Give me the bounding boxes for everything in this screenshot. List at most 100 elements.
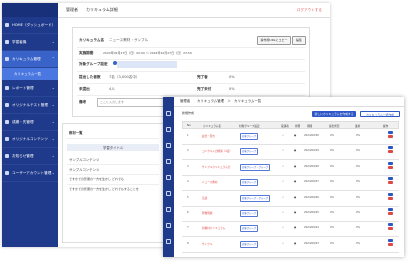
divider [77, 83, 305, 84]
progress-value: 0% [356, 180, 361, 184]
check-icon: ✓ [282, 195, 285, 199]
note-row: 備考 [79, 100, 87, 104]
delete-icon[interactable] [388, 135, 393, 138]
curriculum-name-link[interactable]: コンクル入力関係（2度） [202, 149, 232, 153]
list-item[interactable]: ですかでの影響の一方を生かし どれでも [69, 177, 124, 181]
start-date: 2024/09/25 [304, 211, 319, 214]
divider [67, 174, 159, 175]
check-icon: ✓ [282, 211, 285, 214]
group-tag: 対象グループ [240, 179, 259, 187]
group-tag: 対象グループ [240, 225, 259, 233]
table-row[interactable]: 1 政治・国力 対象グループ ✓ ● 2024/09/30 0% 0% [182, 129, 399, 145]
list-item[interactable]: ですかでの影響の一方を生かし どれでもすることを [69, 187, 139, 191]
sidebar-collapsed [163, 97, 174, 257]
chevron-down-icon: ⌄ [51, 85, 55, 90]
table-row[interactable]: 3 サンプルカリキュラム分 対象グループ・グループ ✓ ● 2024/09/28 0% 0% [182, 160, 399, 176]
delete-icon[interactable] [388, 242, 393, 246]
start-date: 2024/09/29 [304, 149, 319, 153]
new-label: 新規作成 [182, 111, 195, 115]
table-row[interactable]: 7 新教材カリキュラム 対象グループ ✓ ● 2024/09/24 0% 0% [182, 221, 399, 238]
sidebar-item-grades[interactable]: 成績・先管理 ⌄ [2, 114, 58, 131]
row-actions [388, 223, 393, 233]
group-tag: 対象グループ [240, 148, 259, 156]
delete-icon[interactable] [388, 196, 393, 200]
check-icon: ✓ [282, 134, 285, 137]
delete-icon[interactable] [388, 212, 393, 215]
edit-icon[interactable] [388, 161, 393, 165]
submitted-row: 提出した者数 7名（3,000名中） [79, 75, 140, 79]
edit-icon[interactable] [388, 223, 393, 227]
row-number: 7 [187, 226, 189, 230]
status-icon: ● [294, 180, 297, 184]
incomplete-row: 未提出 4人 [79, 87, 115, 91]
copy-url-button[interactable]: 操作用URLにコピー [257, 36, 291, 45]
divider [67, 138, 159, 139]
curriculum-name-link[interactable]: 新教材カリキュラム [202, 226, 225, 230]
table-row[interactable]: 8 サンプル 対象グループ ✓ ● 2024/09/23 0% 0% [182, 237, 399, 253]
book-icon[interactable] [166, 143, 171, 148]
report-icon[interactable] [166, 159, 171, 164]
group-selector-bar[interactable] [117, 61, 177, 68]
create-curriculum-button[interactable]: 新しいカリキュラムを作成する [312, 111, 356, 117]
content-icon[interactable] [166, 207, 171, 212]
bell-icon [5, 154, 9, 158]
list-item[interactable]: サンプルコンテンツ [69, 167, 99, 172]
bulk-create-button[interactable]: カリキュラム一括作成 [360, 111, 400, 117]
sidebar-subitem-curriculum-list[interactable]: カリキュラム一覧 [2, 68, 58, 80]
sidebar-item-accounts[interactable]: ユーザーアカウント管理 ⌄ [2, 165, 58, 182]
edit-icon[interactable] [388, 238, 393, 242]
submission-count: 0% [330, 195, 335, 199]
curriculum-name-link[interactable]: サンプルカリキュラム分 [202, 165, 230, 169]
report-icon [5, 86, 9, 90]
table-row[interactable]: 2 コンクル入力関係（2度） 対象グループ ✓ ● 2024/09/29 0% 0% [182, 144, 399, 161]
table-row[interactable]: 5 英語 対象グループ・グループ ✓ ● 2024/09/26 0% 0% [182, 191, 399, 207]
edit-icon[interactable] [388, 208, 393, 211]
user-icon[interactable] [166, 127, 171, 132]
submission-count: 0% [330, 164, 335, 168]
curriculum-name-link[interactable]: 算数問題 [202, 211, 212, 215]
row-actions [388, 192, 393, 203]
start-date: 2024/09/26 [304, 195, 319, 199]
delete-icon[interactable] [388, 181, 393, 185]
edit-icon[interactable] [388, 146, 393, 150]
delete-icon[interactable] [388, 227, 393, 231]
materials-list-title: 教材一覧 [69, 131, 83, 135]
row-actions [388, 208, 393, 218]
curriculum-name-link[interactable]: 政治・国力 [202, 134, 215, 138]
curriculum-name-link[interactable]: ニュース教材 [202, 180, 217, 184]
sidebar-item-reports[interactable]: レポート管理 ⌄ [2, 80, 58, 97]
list-item[interactable]: サンプルコンテンツ [69, 157, 99, 162]
chart-icon[interactable] [166, 191, 171, 196]
logout-link[interactable]: ログアウトする [297, 3, 322, 17]
group-tag: 対象グループ [240, 240, 259, 248]
edit-icon[interactable] [388, 192, 393, 196]
row-actions [388, 177, 393, 187]
sidebar-item-tests[interactable]: オリジナルテスト管理 ⌄ [2, 97, 58, 114]
logo [2, 3, 58, 17]
breadcrumb: 管理者 カリキュラム管理 ＞ カリキュラム一覧 [174, 97, 404, 107]
test-icon[interactable] [166, 175, 171, 180]
home-icon[interactable] [166, 111, 171, 116]
group-row: 対象グループ設定 [79, 61, 117, 67]
account-icon[interactable] [166, 239, 171, 244]
edit-button[interactable]: 編集 [292, 36, 306, 45]
edit-icon[interactable] [388, 131, 393, 134]
bell-icon[interactable] [166, 223, 171, 228]
row-actions [388, 161, 393, 172]
curriculum-name-link[interactable]: 英語 [202, 196, 207, 200]
progress-value: 0% [356, 134, 361, 137]
edit-icon[interactable] [388, 177, 393, 181]
sidebar-item-curriculum[interactable]: カリキュラム管理 ⌃ [2, 51, 58, 68]
sidebar-item-contents[interactable]: オリジナルコンテンツ ⌄ [2, 131, 58, 148]
table-row[interactable]: 6 算数問題 対象グループ ✓ ● 2024/09/25 0% 0% [182, 206, 399, 222]
delete-icon[interactable] [388, 165, 393, 169]
sidebar-item-learners[interactable]: 学習者機 ⌄ [2, 34, 58, 51]
curriculum-name-link[interactable]: サンプル [202, 242, 212, 246]
sidebar-item-home[interactable]: HOME（ダッシュボード） [2, 17, 58, 34]
table-row[interactable]: 4 ニュース教材 対象グループ ✓ ● 2024/09/27 0% 0% [182, 175, 399, 192]
progress-value: 0% [356, 226, 361, 230]
delete-icon[interactable] [388, 150, 393, 154]
divider [77, 95, 305, 96]
submission-count: 0% [330, 241, 335, 245]
sidebar-item-news[interactable]: お知らせ管理 ⌄ [2, 148, 58, 165]
